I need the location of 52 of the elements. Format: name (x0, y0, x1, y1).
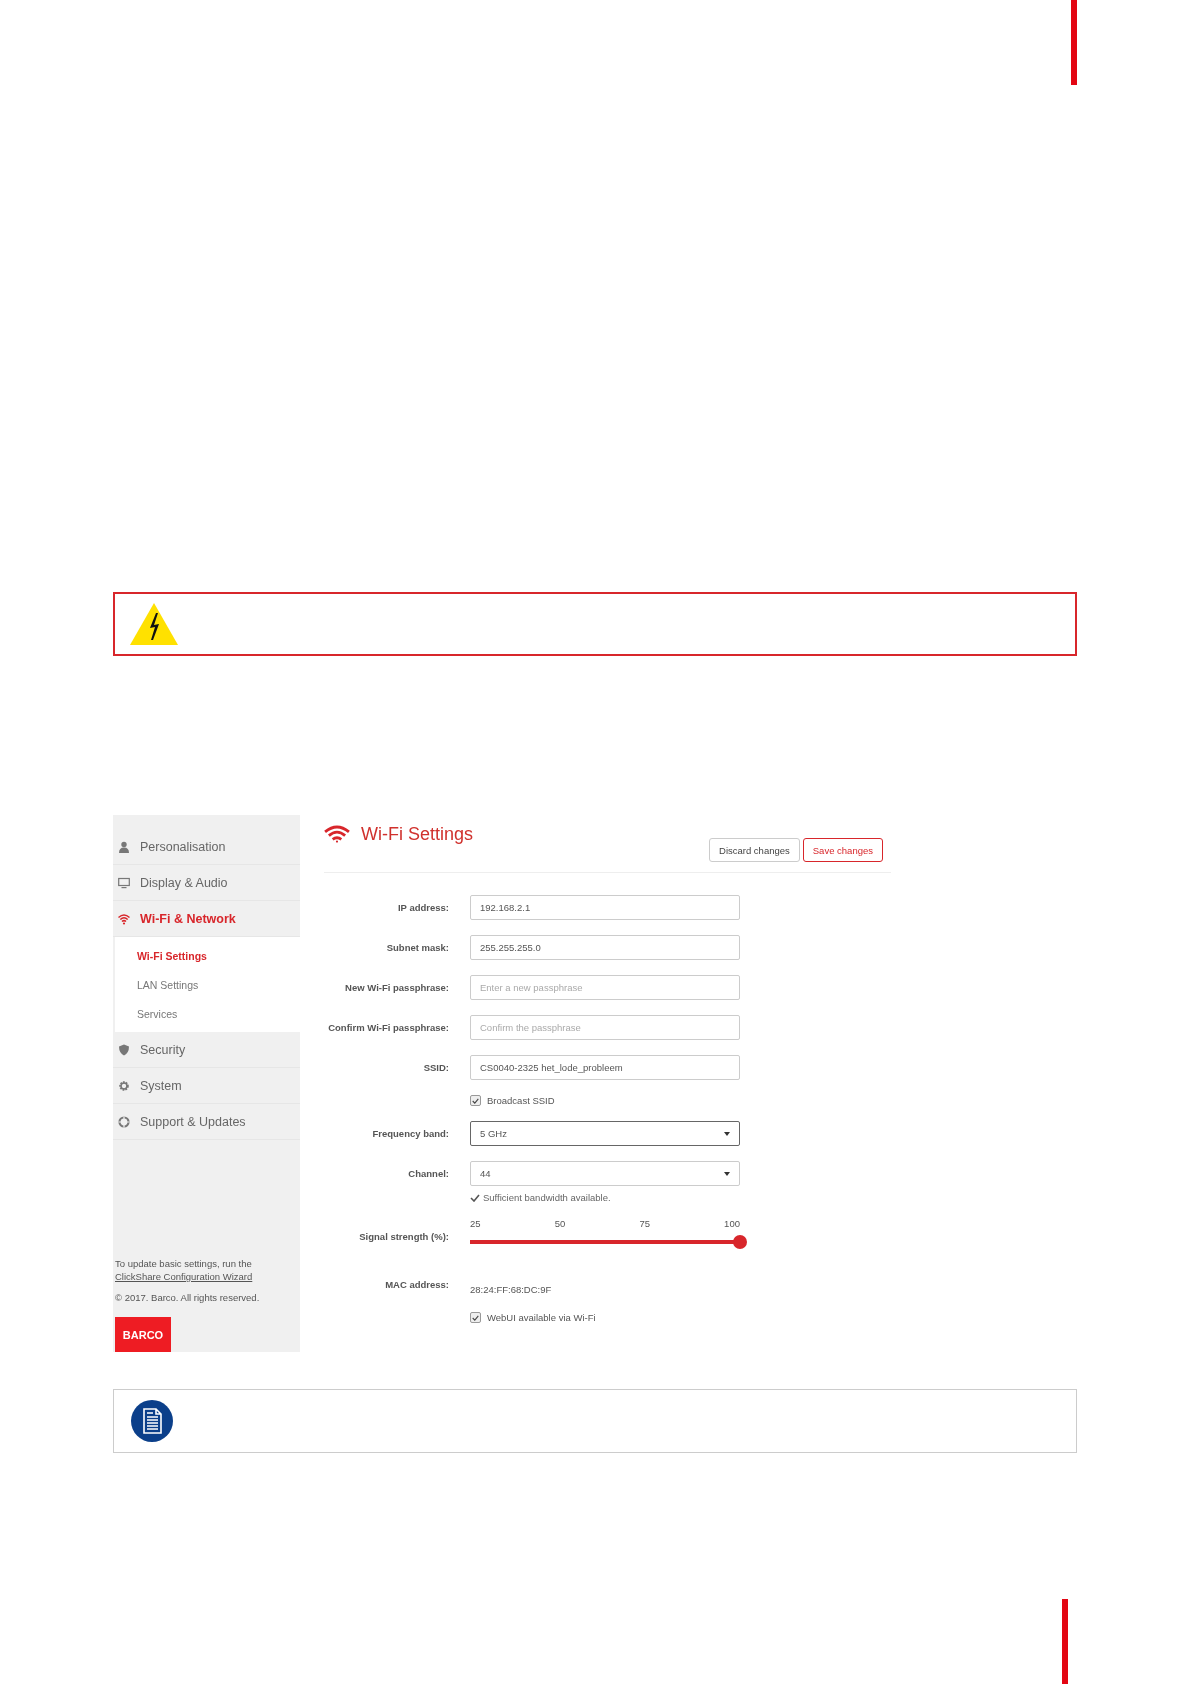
checkbox[interactable] (470, 1095, 481, 1106)
person-icon (118, 840, 130, 853)
dropdown[interactable]: 44 (470, 1161, 740, 1186)
monitor-icon (118, 876, 130, 889)
field-label: MAC address: (384, 1279, 449, 1290)
copyright-text: © 2017. Barco. All rights reserved. (115, 1292, 261, 1303)
lightning-warning-icon (129, 602, 179, 646)
lifebuoy-icon (118, 1115, 130, 1128)
caret-icon (724, 1131, 730, 1136)
tick-label: 75 (639, 1218, 650, 1229)
page-title: Wi-Fi Settings (361, 824, 474, 845)
slider-thumb[interactable] (733, 1235, 747, 1249)
tick-label: 100 (724, 1218, 740, 1229)
sidebar-item[interactable]: Security (113, 1032, 300, 1068)
hint-text: Sufficient bandwidth available. (483, 1192, 611, 1203)
footer-text: To update basic settings, run the (115, 1257, 253, 1270)
document-icon (131, 1400, 173, 1442)
field-label: IP address: (396, 901, 449, 913)
mac-value: 28:24:FF:68:DC:9F (470, 1284, 552, 1295)
sidebar-item[interactable]: Support & Updates (113, 1104, 300, 1140)
shield-icon (118, 1043, 130, 1056)
discard-button[interactable]: Discard changes (709, 838, 800, 862)
save-button[interactable]: Save changes (802, 838, 883, 862)
gear-icon (118, 1079, 130, 1092)
input-field[interactable]: CS0040-2325 het_lode_probleem (470, 1055, 740, 1080)
sidebar-subitem[interactable]: LAN Settings (115, 970, 300, 999)
field-label: Channel: (407, 1167, 449, 1179)
sidebar-item[interactable]: System (113, 1068, 300, 1104)
field-label: New Wi-Fi passphrase: (344, 981, 449, 993)
check-icon (470, 1193, 480, 1202)
wizard-link[interactable]: ClickShare Configuration Wizard (115, 1270, 298, 1283)
dropdown[interactable]: 5 GHz (470, 1121, 740, 1146)
sidebar-subitem[interactable]: Wi-Fi Settings (115, 941, 300, 970)
checkbox[interactable] (470, 1312, 481, 1323)
input-field[interactable]: 192.168.2.1 (470, 895, 740, 920)
wifi-icon (324, 825, 350, 843)
sidebar-subitem[interactable]: Services (115, 999, 300, 1028)
checkbox-label: WebUI available via Wi-Fi (487, 1312, 596, 1323)
field-label: Signal strength (%): (358, 1230, 449, 1242)
input-field[interactable]: 255.255.255.0 (470, 935, 740, 960)
field-label: Frequency band: (371, 1127, 449, 1139)
sidebar-item[interactable]: Display & Audio (113, 865, 300, 901)
field-label: Subnet mask: (385, 941, 449, 953)
tick-label: 25 (470, 1218, 481, 1229)
checkbox-label: Broadcast SSID (487, 1095, 555, 1106)
sidebar-item[interactable]: Personalisation (113, 829, 300, 865)
field-label: SSID: (422, 1061, 449, 1073)
wifi-icon (118, 912, 130, 925)
brand-logo: BARCO (115, 1317, 171, 1352)
field-label: Confirm Wi-Fi passphrase: (327, 1021, 449, 1033)
caret-icon (724, 1171, 730, 1176)
tick-label: 50 (554, 1218, 566, 1229)
